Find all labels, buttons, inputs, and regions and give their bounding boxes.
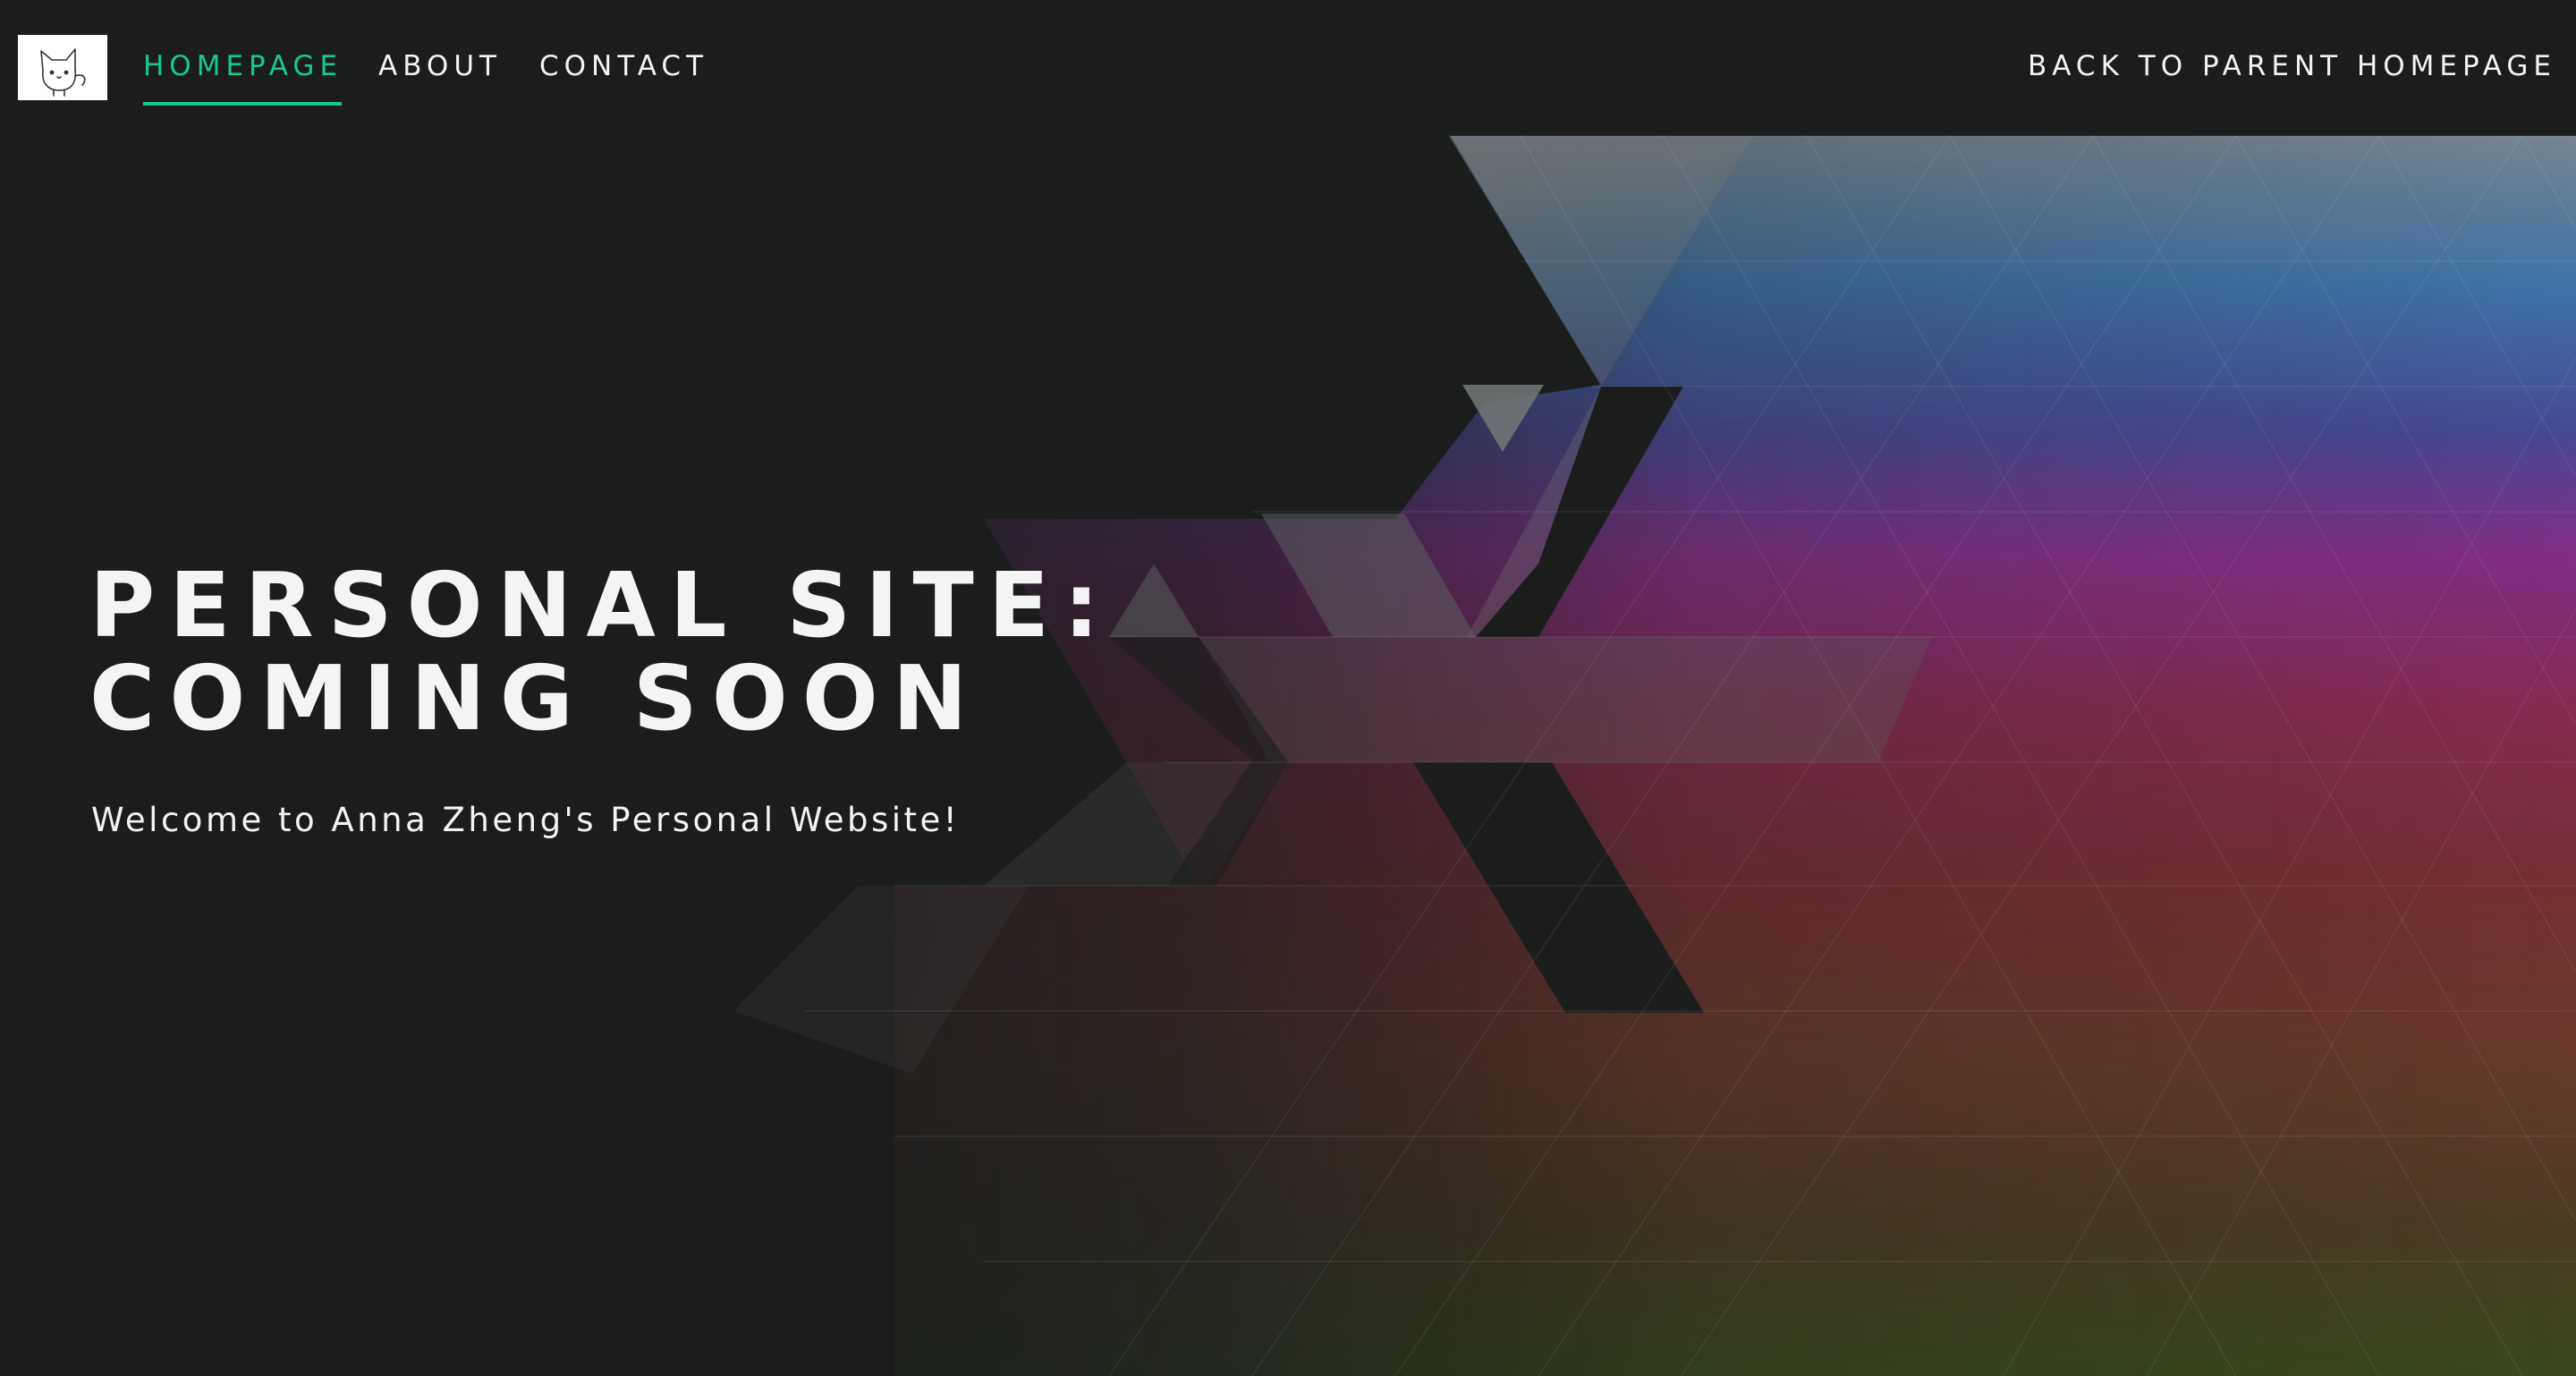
nav-link-contact[interactable]: CONTACT — [539, 47, 708, 86]
hero-subtitle: Welcome to Anna Zheng's Personal Website… — [91, 801, 961, 839]
hero-title: PERSONAL SITE: COMING SOON — [89, 553, 1114, 751]
nav-link-homepage[interactable]: HOMEPAGE — [143, 47, 343, 86]
nav-link-about[interactable]: ABOUT — [378, 47, 502, 86]
cat-logo-icon[interactable] — [18, 35, 107, 100]
back-to-parent-homepage-link[interactable]: BACK TO PARENT HOMEPAGE — [2028, 47, 2556, 86]
hero-title-line-2: COMING SOON — [89, 646, 982, 751]
active-tab-underline — [143, 102, 342, 106]
top-navbar: HOMEPAGE ABOUT CONTACT BACK TO PARENT HO… — [0, 0, 2576, 134]
hero-title-line-1: PERSONAL SITE: — [89, 553, 1114, 658]
